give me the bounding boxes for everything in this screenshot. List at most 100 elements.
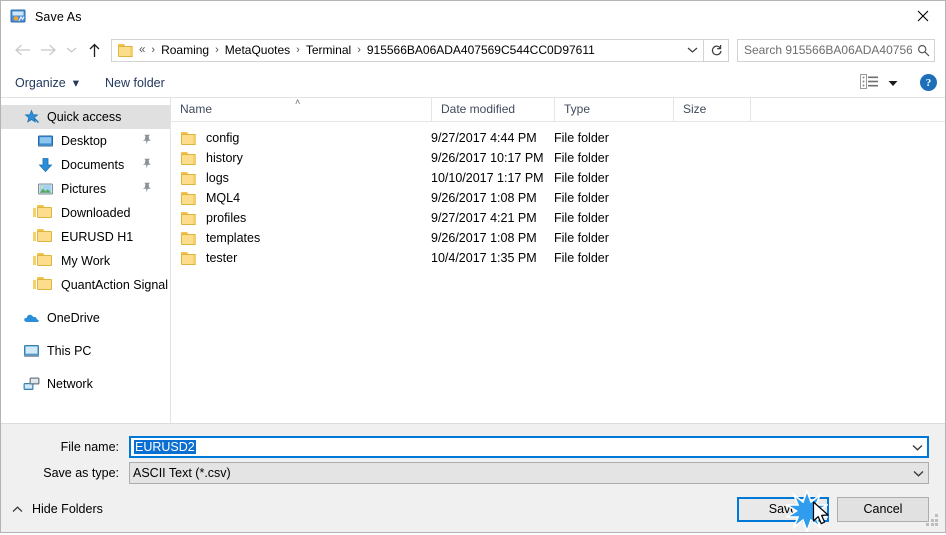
sidebar-item-quick-access[interactable]: Quick access: [1, 105, 170, 129]
table-row[interactable]: MQL4 9/26/2017 1:08 PM File folder: [171, 188, 945, 208]
title-bar: Save As: [1, 1, 945, 32]
file-type-cell: File folder: [554, 151, 609, 165]
view-layout-icon: [860, 73, 879, 92]
file-name-label: File name:: [60, 440, 119, 454]
file-date-cell: 10/4/2017 1:35 PM: [431, 251, 537, 265]
help-button[interactable]: ?: [920, 74, 937, 91]
pin-icon[interactable]: [142, 182, 152, 196]
column-header-name-label: Name: [180, 102, 213, 116]
folder-icon: [33, 277, 54, 293]
desktop-icon: [37, 133, 54, 149]
pin-icon[interactable]: [142, 158, 152, 172]
star-pin-icon: [23, 109, 40, 125]
column-header-date-modified[interactable]: Date modified: [431, 98, 554, 121]
file-name-value-wrap: EURUSD2: [131, 440, 907, 454]
address-bar[interactable]: « › Roaming › MetaQuotes › Terminal › 91…: [111, 38, 729, 62]
sidebar-item-label: Desktop: [61, 134, 107, 148]
table-row[interactable]: history 9/26/2017 10:17 PM File folder: [171, 148, 945, 168]
refresh-button[interactable]: [704, 40, 728, 61]
search-icon: [912, 44, 934, 57]
file-type-cell: File folder: [554, 231, 609, 245]
sidebar-item-this-pc[interactable]: This PC: [1, 339, 170, 363]
file-name-dropdown-button[interactable]: [907, 444, 927, 451]
resize-grip-icon[interactable]: [926, 514, 939, 527]
sidebar-item-desktop[interactable]: Desktop: [1, 129, 170, 153]
forward-button[interactable]: [35, 37, 61, 63]
chevron-down-icon: [912, 444, 922, 451]
change-view-button[interactable]: [860, 73, 898, 92]
save-button[interactable]: Save: [737, 496, 829, 522]
sidebar-item-label: Network: [47, 377, 93, 391]
file-name-cell: MQL4: [171, 191, 431, 205]
table-row[interactable]: tester 10/4/2017 1:35 PM File folder: [171, 248, 945, 268]
search-box[interactable]: Search 915566BA06ADA40756...: [737, 38, 935, 62]
sidebar-item-network[interactable]: Network: [1, 372, 170, 396]
metatrader-save-icon: [10, 8, 27, 25]
file-name-label: MQL4: [206, 191, 241, 205]
chevron-down-icon: ▾: [72, 76, 80, 90]
up-button[interactable]: [81, 37, 107, 63]
file-name-label: profiles: [206, 211, 247, 225]
close-button[interactable]: [900, 1, 945, 31]
column-header-type[interactable]: Type: [554, 98, 673, 121]
cancel-button-label: Cancel: [863, 502, 903, 516]
table-row[interactable]: templates 9/26/2017 1:08 PM File folder: [171, 228, 945, 248]
organize-label: Organize: [15, 75, 66, 90]
network-icon: [23, 376, 40, 392]
address-dropdown-button[interactable]: [681, 40, 703, 61]
cancel-button[interactable]: Cancel: [837, 496, 929, 522]
hide-folders-button[interactable]: Hide Folders: [12, 502, 103, 516]
search-input[interactable]: Search 915566BA06ADA40756...: [738, 43, 912, 57]
navigation-bar: « › Roaming › MetaQuotes › Terminal › 91…: [1, 32, 945, 68]
help-label: ?: [925, 76, 932, 89]
arrow-up-icon: [89, 43, 99, 57]
sidebar-item-label: This PC: [47, 344, 92, 358]
folder-icon: [181, 211, 197, 225]
organize-button[interactable]: Organize ▾: [15, 75, 80, 91]
new-folder-button[interactable]: New folder: [105, 76, 165, 90]
sidebar-item-eurusd-h1[interactable]: EURUSD H1: [1, 225, 170, 249]
back-button[interactable]: [9, 37, 35, 63]
column-header-name[interactable]: Name ˄: [171, 97, 431, 121]
table-row[interactable]: config 9/27/2017 4:44 PM File folder: [171, 128, 945, 148]
sidebar-item-label: My Work: [61, 254, 111, 268]
sidebar-item-documents[interactable]: Documents: [1, 153, 170, 177]
file-name-label: templates: [206, 231, 261, 245]
save-form: File name: EURUSD2 Save as type: ASCII T…: [1, 423, 945, 486]
file-name-cell: logs: [171, 171, 431, 185]
chevron-up-icon: [12, 502, 23, 516]
pin-icon[interactable]: [142, 134, 152, 148]
breadcrumb-overflow[interactable]: «: [139, 44, 145, 56]
documents-download-icon: [37, 157, 54, 173]
sidebar-item-downloaded[interactable]: Downloaded: [1, 201, 170, 225]
save-as-type-select[interactable]: ASCII Text (*.csv): [129, 462, 929, 484]
sidebar-item-pictures[interactable]: Pictures: [1, 177, 170, 201]
onedrive-cloud-icon: [23, 310, 40, 326]
recent-locations-button[interactable]: [61, 37, 81, 63]
breadcrumb-item-metaquotes[interactable]: MetaQuotes: [225, 43, 290, 57]
sidebar-item-label: Documents: [61, 158, 125, 172]
breadcrumb-item-roaming[interactable]: Roaming: [161, 43, 209, 57]
chevron-down-icon: [687, 47, 697, 53]
sidebar-item-onedrive[interactable]: OneDrive: [1, 306, 170, 330]
breadcrumb-separator: ›: [357, 44, 361, 56]
file-type-cell: File folder: [554, 191, 609, 205]
table-row[interactable]: profiles 9/27/2017 4:21 PM File folder: [171, 208, 945, 228]
file-list-pane: Name ˄ Date modified Type Size config 9/…: [171, 97, 945, 423]
save-as-type-dropdown-button[interactable]: [908, 470, 928, 477]
dialog-footer: Hide Folders Save Cancel: [1, 486, 945, 532]
column-header-size[interactable]: Size: [673, 98, 751, 121]
file-name-input[interactable]: EURUSD2: [129, 436, 929, 458]
folder-icon: [181, 131, 197, 145]
breadcrumb-item-terminal[interactable]: Terminal: [306, 43, 351, 57]
table-row[interactable]: logs 10/10/2017 1:17 PM File folder: [171, 168, 945, 188]
save-as-type-value: ASCII Text (*.csv): [133, 466, 231, 480]
sidebar-item-label: Quick access: [47, 110, 122, 124]
file-name-row: File name: EURUSD2: [17, 436, 929, 458]
sidebar-item-my-work[interactable]: My Work: [1, 249, 170, 273]
new-folder-label: New folder: [105, 75, 165, 90]
file-name-cell: profiles: [171, 211, 431, 225]
breadcrumb-item-terminal-id[interactable]: 915566BA06ADA407569C544CC0D97611: [367, 43, 595, 57]
sidebar-item-quantaction-signal[interactable]: QuantAction Signal: [1, 273, 170, 297]
